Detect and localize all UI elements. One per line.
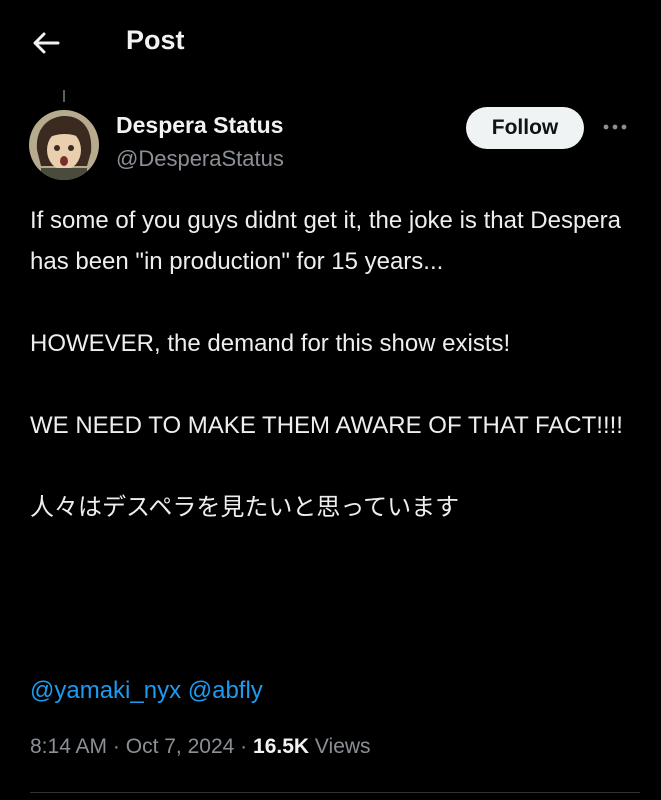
post-time[interactable]: 8:14 AM: [30, 735, 107, 758]
post-paragraph: If some of you guys didnt get it, the jo…: [30, 207, 621, 275]
arrow-left-icon: [33, 32, 60, 54]
divider: [30, 792, 640, 793]
follow-button[interactable]: Follow: [466, 107, 584, 149]
post-meta: 8:14 AM · Oct 7, 2024 · 16.5K Views: [30, 735, 371, 759]
post-date[interactable]: Oct 7, 2024: [126, 735, 235, 758]
views-count[interactable]: 16.5K: [253, 735, 309, 758]
meta-separator: ·: [240, 735, 248, 758]
views-label: Views: [314, 735, 371, 758]
avatar-image: [29, 110, 99, 180]
author-handle[interactable]: @DesperaStatus: [116, 146, 284, 172]
mention-link[interactable]: @yamaki_nyx: [30, 677, 181, 704]
author-name[interactable]: Despera Status: [116, 112, 283, 139]
post-paragraph: HOWEVER, the demand for this show exists…: [30, 330, 511, 357]
post-text: If some of you guys didnt get it, the jo…: [30, 200, 640, 528]
meta-separator: ·: [112, 735, 120, 758]
more-options-button[interactable]: [598, 115, 632, 139]
post-paragraph: 人々はデスペラを見たいと思っています: [30, 494, 460, 521]
mention-link[interactable]: @abfly: [188, 677, 263, 704]
more-horizontal-icon: [603, 124, 627, 130]
post-paragraph: WE NEED TO MAKE THEM AWARE OF THAT FACT!…: [30, 412, 623, 439]
top-bar: Post: [0, 0, 661, 86]
back-button[interactable]: [26, 26, 66, 60]
avatar[interactable]: [29, 110, 99, 180]
thread-connector: [63, 90, 65, 102]
mentions: @yamaki_nyx @abfly: [30, 670, 263, 711]
page-title: Post: [126, 25, 185, 55]
